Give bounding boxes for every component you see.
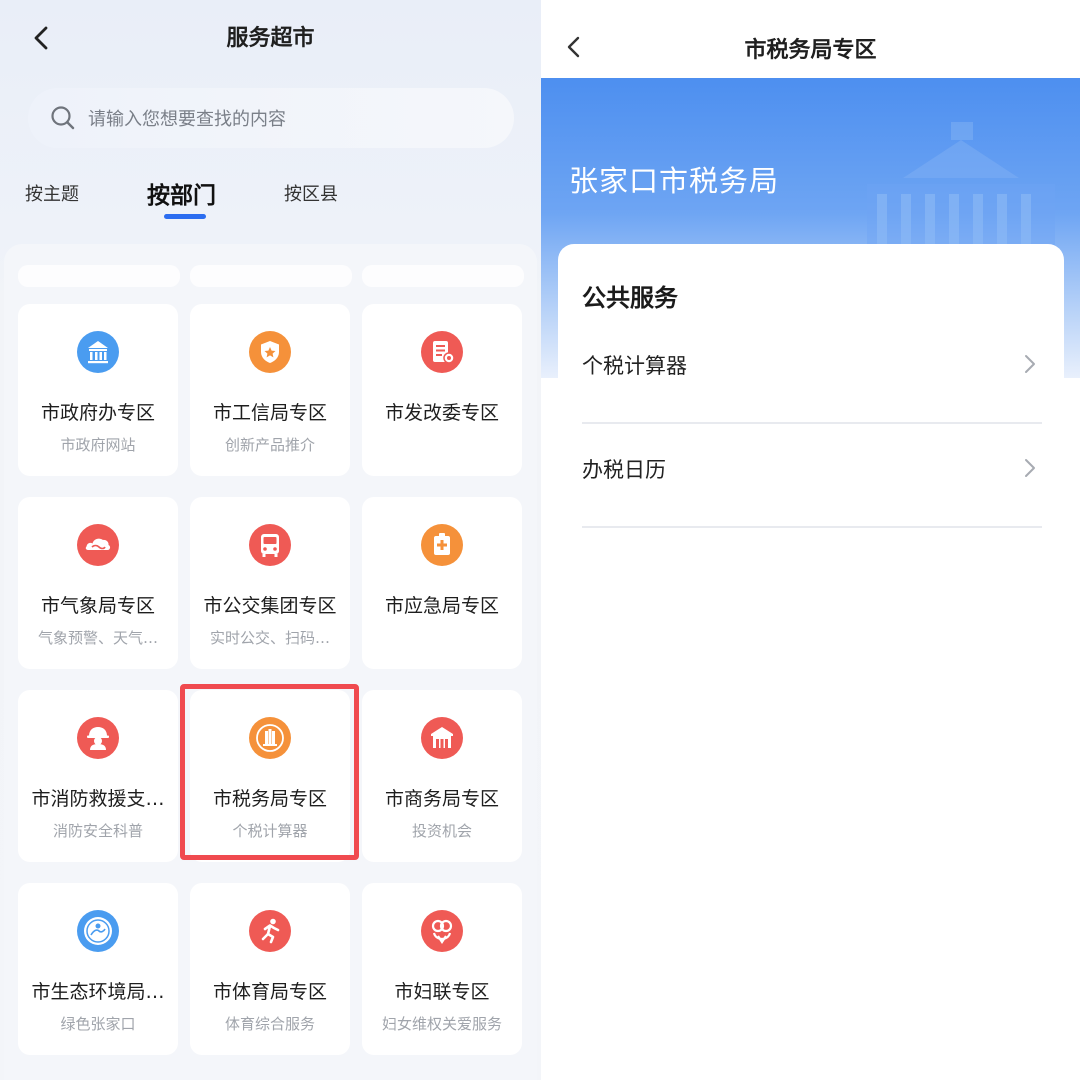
- chevron-right-icon: [1025, 355, 1035, 373]
- card-title: 市应急局专区: [384, 595, 499, 617]
- search-icon: [51, 106, 75, 130]
- active-tab-indicator: [164, 214, 206, 219]
- divider: [582, 526, 1042, 528]
- card-subtitle: 市政府网站: [60, 436, 136, 454]
- card-ecology-environment-bureau[interactable]: 市生态环境局… 绿色张家口: [18, 883, 178, 1055]
- ecology-emblem-icon: [76, 909, 120, 953]
- row-tax-calculator[interactable]: 个税计算器: [582, 320, 1042, 424]
- top-bar: 市税务局专区: [541, 0, 1080, 78]
- card-title: 市气象局专区: [40, 595, 155, 617]
- card-subtitle: 气象预警、天气…: [37, 629, 158, 647]
- card-title: 市生态环境局…: [31, 981, 165, 1003]
- page-title: 服务超市: [226, 26, 315, 51]
- government-building-icon: [76, 330, 120, 374]
- tab-by-department[interactable]: 按部门: [147, 176, 216, 210]
- row-label: 办税日历: [582, 458, 666, 482]
- shield-badge-icon: [248, 330, 292, 374]
- card-stub: [190, 265, 352, 287]
- service-market-screen: 服务超市 请输入您想要查找的内容 按主题 按部门 按区县 市政府办专区 市政府网…: [0, 0, 541, 1080]
- row-label: 个税计算器: [582, 354, 687, 378]
- card-title: 市税务局专区: [212, 788, 327, 810]
- card-meteorological-bureau[interactable]: 市气象局专区 气象预警、天气…: [18, 497, 178, 669]
- card-title: 市商务局专区: [384, 788, 499, 810]
- card-subtitle: 体育综合服务: [224, 1015, 315, 1033]
- card-industry-info-bureau[interactable]: 市工信局专区 创新产品推介: [190, 304, 350, 476]
- card-sports-bureau[interactable]: 市体育局专区 体育综合服务: [190, 883, 350, 1055]
- public-services-card: 公共服务 个税计算器 办税日历: [558, 244, 1064, 1080]
- card-subtitle: 创新产品推介: [224, 436, 315, 454]
- emergency-icon: [420, 523, 464, 567]
- banner-title: 张家口市税务局: [569, 164, 780, 198]
- card-title: 市政府办专区: [40, 402, 155, 424]
- card-stub: [18, 265, 180, 287]
- card-public-transport-group[interactable]: 市公交集团专区 实时公交、扫码…: [190, 497, 350, 669]
- building-illustration-icon: [867, 122, 1055, 250]
- page-title: 市税务局专区: [744, 38, 877, 63]
- document-icon: [420, 330, 464, 374]
- commerce-building-icon: [420, 716, 464, 760]
- card-subtitle: 消防安全科普: [52, 822, 143, 840]
- card-womens-federation[interactable]: 市妇联专区 妇女维权关爱服务: [362, 883, 522, 1055]
- tab-by-county[interactable]: 按区县: [284, 180, 338, 206]
- chevron-right-icon: [1025, 459, 1035, 477]
- card-subtitle: 实时公交、扫码…: [209, 629, 330, 647]
- card-title: 市体育局专区: [212, 981, 327, 1003]
- card-tax-bureau[interactable]: 市税务局专区 个税计算器: [190, 690, 350, 862]
- running-icon: [248, 909, 292, 953]
- tax-bureau-screen: 张家口市税务局 市税务局专区 公共服务 个税计算器 办税日历: [541, 0, 1080, 1080]
- card-title: 市发改委专区: [384, 402, 499, 424]
- women-federation-icon: [420, 909, 464, 953]
- card-commerce-bureau[interactable]: 市商务局专区 投资机会: [362, 690, 522, 862]
- section-title: 公共服务: [582, 284, 678, 312]
- firefighter-icon: [76, 716, 120, 760]
- card-title: 市工信局专区: [212, 402, 327, 424]
- card-title: 市消防救援支…: [31, 788, 165, 810]
- card-subtitle: 绿色张家口: [60, 1015, 136, 1033]
- card-stub: [362, 265, 524, 287]
- search-placeholder: 请输入您想要查找的内容: [88, 109, 286, 130]
- card-title: 市妇联专区: [394, 981, 490, 1003]
- cloud-icon: [76, 523, 120, 567]
- card-development-reform-commission[interactable]: 市发改委专区: [362, 304, 522, 476]
- card-emergency-management-bureau[interactable]: 市应急局专区: [362, 497, 522, 669]
- card-subtitle: 妇女维权关爱服务: [381, 1015, 502, 1033]
- card-subtitle: 个税计算器: [232, 822, 308, 840]
- bus-icon: [248, 523, 292, 567]
- tax-emblem-icon: [248, 716, 292, 760]
- card-title: 市公交集团专区: [203, 595, 337, 617]
- card-city-government-office[interactable]: 市政府办专区 市政府网站: [18, 304, 178, 476]
- row-tax-calendar[interactable]: 办税日历: [582, 424, 1042, 528]
- search-bar[interactable]: 请输入您想要查找的内容: [28, 88, 514, 148]
- card-subtitle: 投资机会: [411, 822, 472, 840]
- tab-by-theme[interactable]: 按主题: [25, 180, 79, 206]
- card-fire-rescue-detachment[interactable]: 市消防救援支… 消防安全科普: [18, 690, 178, 862]
